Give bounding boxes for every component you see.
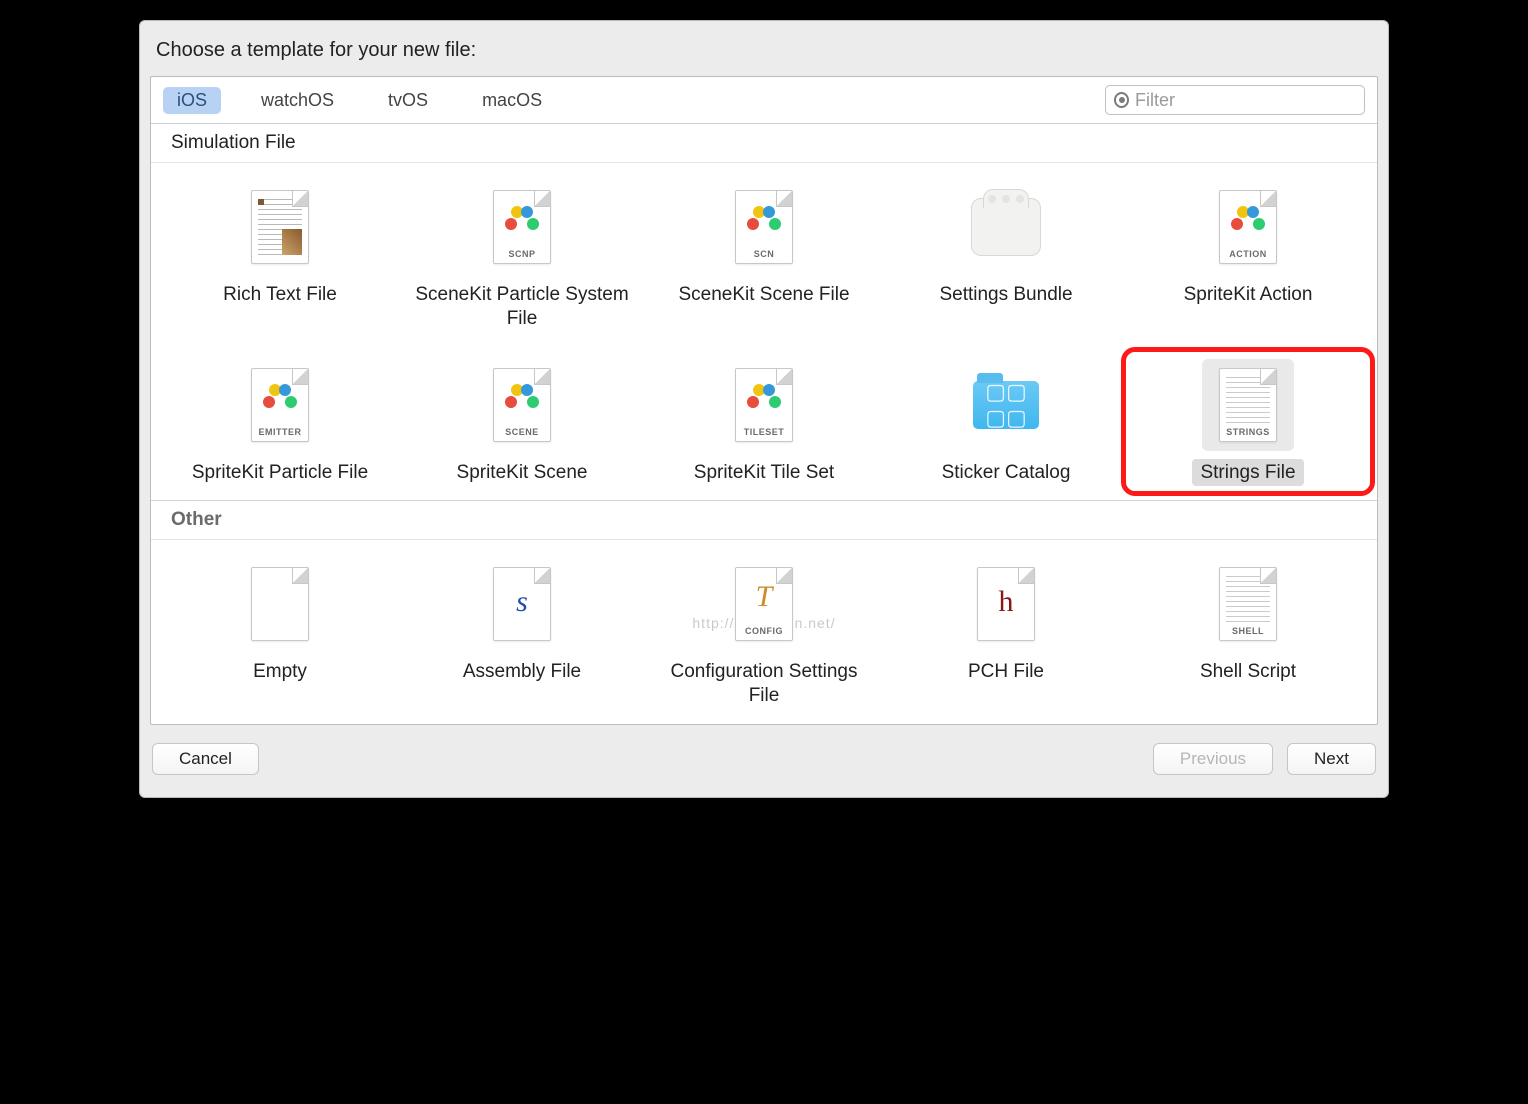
filter-icon (1114, 92, 1129, 108)
scnp-file-icon: SCNP (493, 190, 551, 264)
template-configuration-settings-file[interactable]: TCONFIG Configuration Settings File (643, 554, 885, 714)
template-empty[interactable]: . Empty (159, 554, 401, 714)
tileset-file-icon: TILESET (735, 368, 793, 442)
new-file-template-dialog: Choose a template for your new file: iOS… (139, 20, 1389, 798)
folder-icon: ▢▢▢▢ (973, 381, 1039, 429)
scene-file-icon: SCENE (493, 368, 551, 442)
template-grid-simulation: http://blog.csdn.net/ Rich Text File SCN… (151, 163, 1377, 500)
template-label: Strings File (1192, 459, 1303, 487)
template-label: Rich Text File (215, 281, 345, 309)
bundle-icon (971, 198, 1041, 256)
template-label: Shell Script (1192, 658, 1304, 686)
content-area: iOS watchOS tvOS macOS Simulation File h… (150, 76, 1378, 725)
dialog-title: Choose a template for your new file: (140, 21, 1388, 76)
strings-file-icon: STRINGS (1219, 368, 1277, 442)
template-strings-file[interactable]: STRINGS Strings File (1127, 355, 1369, 491)
template-spritekit-tile-set[interactable]: TILESET SpriteKit Tile Set (643, 355, 885, 491)
platform-tab-tvos[interactable]: tvOS (374, 87, 442, 114)
filter-field[interactable] (1105, 85, 1365, 115)
template-label: SceneKit Particle System File (407, 281, 637, 333)
template-assembly-file[interactable]: s Assembly File (401, 554, 643, 714)
shell-file-icon: SHELL (1219, 567, 1277, 641)
template-label: SpriteKit Particle File (184, 459, 376, 487)
platform-tab-macos[interactable]: macOS (468, 87, 556, 114)
pch-file-icon: h (977, 567, 1035, 641)
template-label: Assembly File (455, 658, 589, 686)
template-spritekit-scene[interactable]: SCENE SpriteKit Scene (401, 355, 643, 491)
template-rich-text-file[interactable]: Rich Text File (159, 177, 401, 337)
previous-button: Previous (1153, 743, 1273, 775)
platform-tab-bar: iOS watchOS tvOS macOS (151, 77, 1377, 124)
template-sticker-catalog[interactable]: ▢▢▢▢ Sticker Catalog (885, 355, 1127, 491)
cancel-button[interactable]: Cancel (152, 743, 259, 775)
template-label: SpriteKit Action (1176, 281, 1321, 309)
dialog-footer: Cancel Previous Next (140, 725, 1388, 797)
template-pch-file[interactable]: h PCH File (885, 554, 1127, 714)
filter-input[interactable] (1135, 90, 1356, 111)
emitter-file-icon: EMITTER (251, 368, 309, 442)
blank-file-icon: . (251, 567, 309, 641)
template-label: SpriteKit Tile Set (686, 459, 842, 487)
config-file-icon: TCONFIG (735, 567, 793, 641)
template-label: PCH File (960, 658, 1052, 686)
template-scenekit-particle-system[interactable]: SCNP SceneKit Particle System File (401, 177, 643, 337)
template-label: Sticker Catalog (934, 459, 1079, 487)
template-spritekit-action[interactable]: ACTION SpriteKit Action (1127, 177, 1369, 337)
template-scenekit-scene-file[interactable]: SCN SceneKit Scene File (643, 177, 885, 337)
assembly-file-icon: s (493, 567, 551, 641)
scn-file-icon: SCN (735, 190, 793, 264)
next-button[interactable]: Next (1287, 743, 1376, 775)
template-label: Empty (245, 658, 315, 686)
section-header-other: Other (151, 500, 1377, 540)
template-label: SceneKit Scene File (670, 281, 857, 309)
template-shell-script[interactable]: SHELL Shell Script (1127, 554, 1369, 714)
rtf-file-icon (251, 190, 309, 264)
platform-tab-ios[interactable]: iOS (163, 87, 221, 114)
template-label: Settings Bundle (931, 281, 1080, 309)
template-label: Configuration Settings File (649, 658, 879, 710)
action-file-icon: ACTION (1219, 190, 1277, 264)
template-label: SpriteKit Scene (449, 459, 596, 487)
template-spritekit-particle-file[interactable]: EMITTER SpriteKit Particle File (159, 355, 401, 491)
platform-tab-watchos[interactable]: watchOS (247, 87, 348, 114)
template-settings-bundle[interactable]: Settings Bundle (885, 177, 1127, 337)
section-header-simulation: Simulation File (151, 124, 1377, 163)
template-grid-other: . Empty s Assembly File TCONFIG Configur… (151, 540, 1377, 724)
